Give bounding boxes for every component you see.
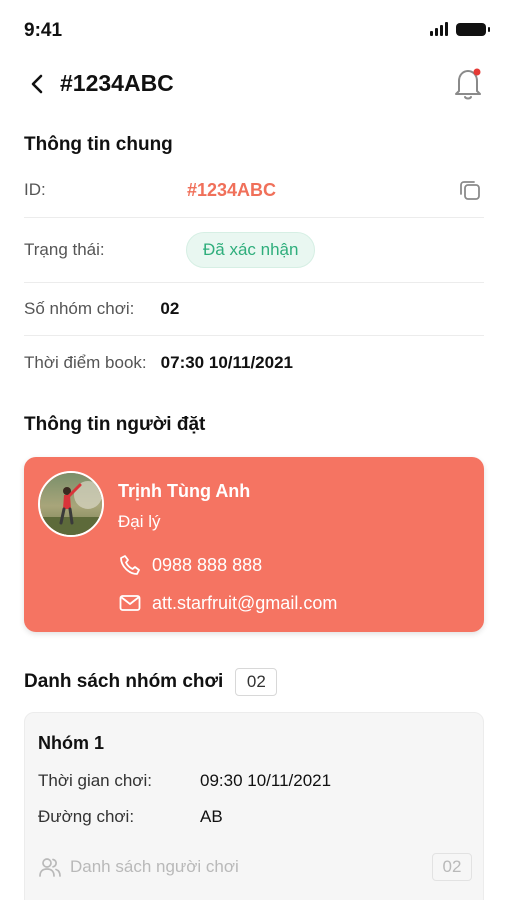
mail-icon [118,591,142,615]
id-label: ID: [24,180,46,199]
groups-count-value: 02 [160,299,180,318]
group-course-label: Đường chơi: [38,807,135,826]
status-badge: Đã xác nhận [186,232,316,268]
group-time-row: Thời gian chơi: 09:30 10/11/2021 [38,771,331,791]
groups-header: Danh sách nhóm chơi 02 [24,668,278,696]
status-bar: 9:41 [0,0,506,58]
booker-email[interactable]: att.starfruit@gmail.com [118,591,337,615]
booked-at-value: 07:30 10/11/2021 [160,353,294,372]
general-info-title: Thông tin chung [24,134,173,155]
booker-info-title: Thông tin người đặt [24,414,206,435]
id-value: #1234ABC [187,180,277,200]
booker-role: Đại lý [118,512,161,531]
copy-icon [460,181,480,200]
battery-icon [456,22,490,36]
bell-icon [455,68,481,100]
status-label: Trạng thái: [24,240,105,259]
status-time: 9:41 [24,20,63,41]
booker-card: Trịnh Tùng Anh Đại lý 0988 888 888 att.s… [24,457,484,632]
players-list-label: Danh sách người chơi [70,857,239,876]
notification-button[interactable] [450,64,486,102]
booked-at-row: Thời điểm book: 07:30 10/11/2021 [24,353,484,373]
group-time-label: Thời gian chơi: [38,771,152,790]
page-title: #1234ABC [60,70,174,96]
avatar [38,471,104,537]
groups-count-badge: 02 [235,668,278,696]
group-name: Nhóm 1 [38,733,105,753]
booker-name: Trịnh Tùng Anh [118,481,251,501]
groups-count-row: Số nhóm chơi: 02 [24,299,484,319]
booked-at-label: Thời điểm book: [24,353,147,372]
booker-phone[interactable]: 0988 888 888 [118,553,262,577]
status-icons [430,22,490,36]
header: #1234ABC [0,58,506,110]
groups-count-label: Số nhóm chơi: [24,299,135,318]
phone-icon [118,553,142,577]
divider [24,217,484,218]
group-card[interactable]: Nhóm 1 Thời gian chơi: 09:30 10/11/2021 … [24,712,484,900]
players-list-row[interactable]: Danh sách người chơi 02 [38,853,472,881]
groups-title: Danh sách nhóm chơi [24,671,224,692]
users-icon [39,858,61,877]
players-count-badge: 02 [432,853,472,881]
copy-button[interactable] [456,176,484,204]
divider [24,282,484,283]
chevron-left-icon [31,74,43,94]
divider [24,335,484,336]
back-button[interactable] [22,68,54,100]
phone-number: 0988 888 888 [152,554,263,575]
players-list-label-wrap: Danh sách người chơi [38,856,239,878]
email-address: att.starfruit@gmail.com [152,592,338,613]
signal-icon [430,22,448,36]
notification-dot [473,68,481,76]
group-course-row: Đường chơi: AB [38,807,223,827]
group-time-value: 09:30 10/11/2021 [200,771,332,790]
group-course-value: AB [200,807,223,826]
